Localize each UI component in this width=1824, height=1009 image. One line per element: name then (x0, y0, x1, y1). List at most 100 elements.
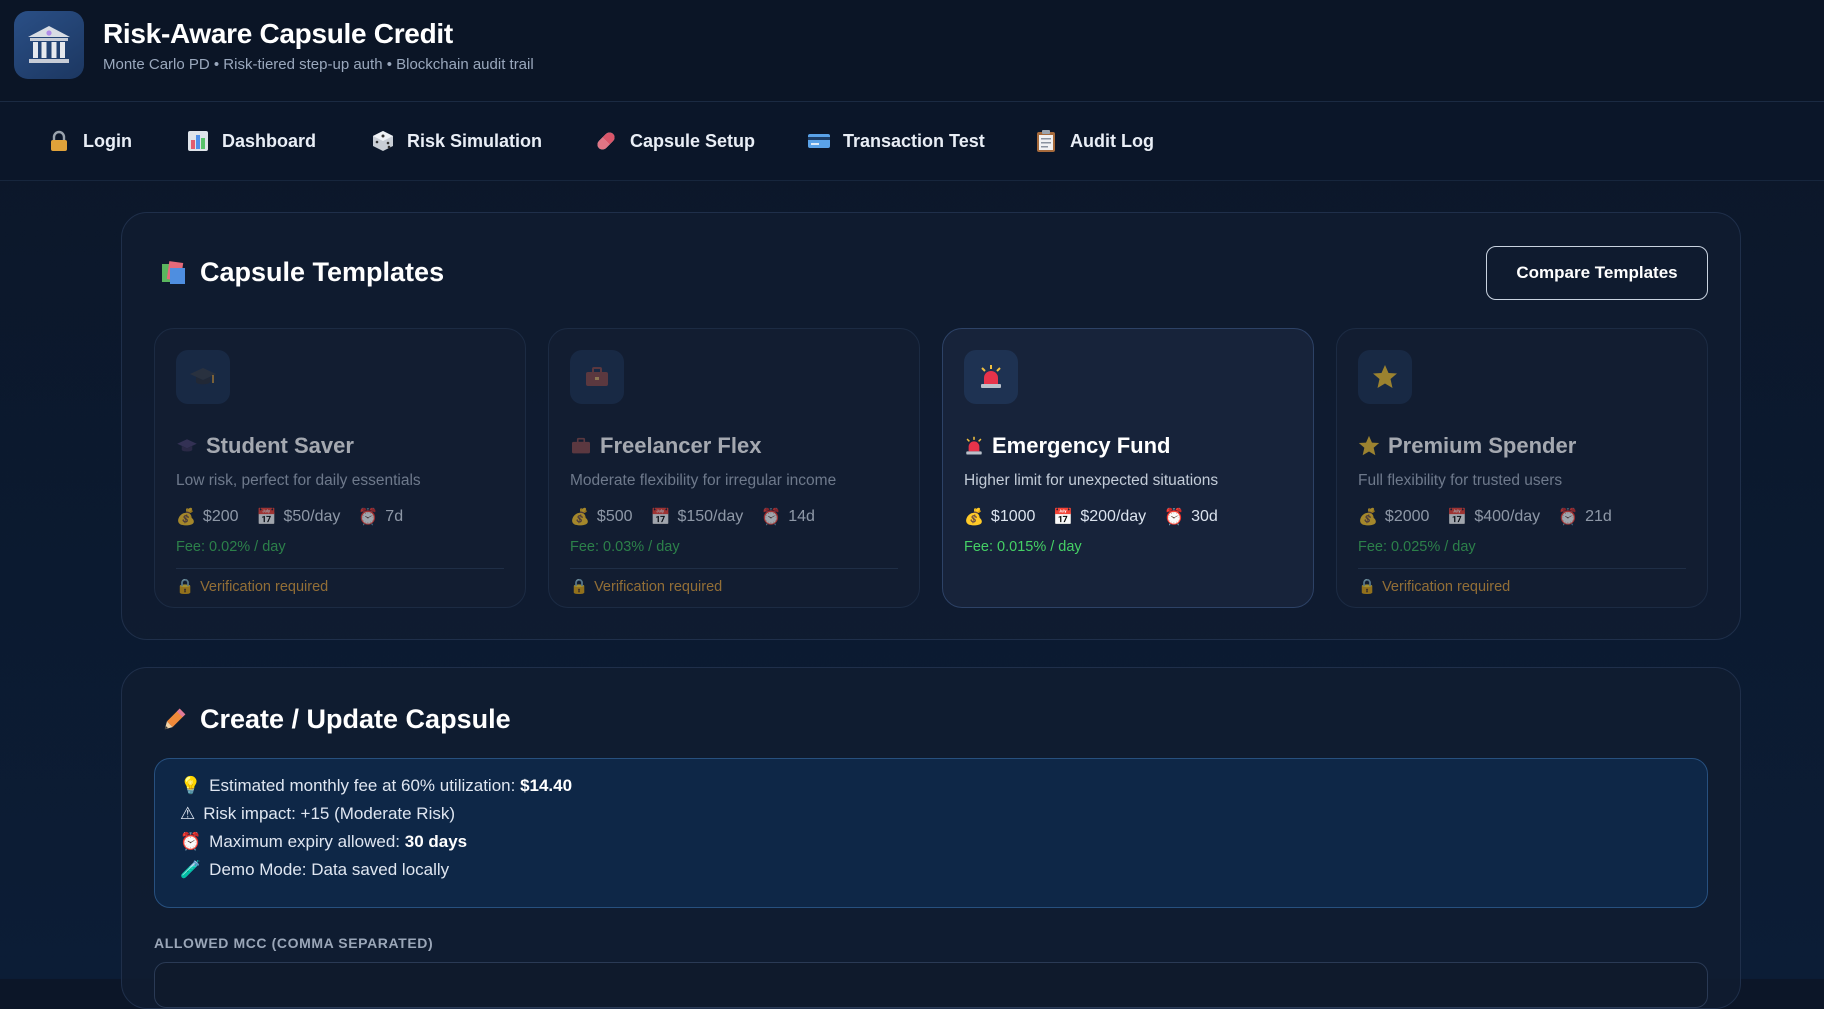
card-name: Freelancer Flex (600, 433, 762, 458)
alarm-clock-icon: ⏰ (761, 507, 782, 526)
templates-title-text: Capsule Templates (200, 257, 445, 287)
card-amount: 💰 $500 (570, 508, 633, 526)
info-demo-line: 🧪 Demo Mode: Data saved locally (180, 860, 449, 880)
card-expiry: ⏰ 7d (358, 508, 403, 526)
create-title-text: Create / Update Capsule (200, 704, 511, 734)
expiry-max-value: 30 days (404, 832, 468, 851)
mcc-input[interactable] (154, 962, 1708, 1008)
card-divider (176, 568, 504, 569)
card-stats: 💰 $1000 📅 $200/day ⏰ 30d (964, 508, 1218, 526)
daily-value: $50/day (283, 508, 341, 525)
card-amount: 💰 $200 (176, 508, 239, 526)
expiry-value: 14d (788, 508, 815, 525)
card-title: Student Saver (176, 433, 354, 459)
nav-transaction-test[interactable]: Transaction Test (807, 102, 985, 180)
light-bulb-icon: 💡 (180, 775, 202, 796)
create-title: Create / Update Capsule (160, 704, 511, 735)
daily-value: $200/day (1080, 508, 1147, 525)
bar-chart-icon (186, 129, 210, 153)
amount-value: $500 (596, 508, 633, 525)
daily-value: $150/day (677, 508, 744, 525)
money-bag-icon: 💰 (1358, 507, 1378, 526)
graduation-cap-icon (176, 350, 230, 404)
money-bag-icon: 💰 (964, 507, 984, 526)
star-icon (1358, 435, 1380, 457)
money-bag-icon: 💰 (176, 507, 196, 526)
amount-value: $2000 (1384, 508, 1430, 525)
nav-audit-log[interactable]: Audit Log (1034, 102, 1154, 180)
card-divider (1358, 568, 1686, 569)
card-expiry: ⏰ 30d (1164, 508, 1218, 526)
template-card-freelancer-flex[interactable]: Freelancer Flex Moderate flexibility for… (548, 328, 920, 608)
card-title: Emergency Fund (964, 433, 1170, 459)
money-bag-icon: 💰 (570, 507, 590, 526)
alarm-clock-icon: ⏰ (1164, 507, 1185, 526)
clipboard-icon (1034, 129, 1058, 153)
card-verification: 🔒 Verification required (176, 579, 328, 595)
card-name: Premium Spender (1388, 433, 1577, 458)
card-verification: 🔒 Verification required (1358, 579, 1510, 595)
lock-icon: 🔒 (1358, 578, 1377, 595)
card-amount: 💰 $2000 (1358, 508, 1429, 526)
card-expiry: ⏰ 21d (1558, 508, 1612, 526)
expiry-value: 21d (1585, 508, 1612, 525)
expiry-value: 7d (385, 508, 404, 525)
calendar-icon: 📅 (1053, 507, 1074, 526)
star-icon (1358, 350, 1412, 404)
daily-value: $400/day (1474, 508, 1541, 525)
card-stats: 💰 $500 📅 $150/day ⏰ 14d (570, 508, 815, 526)
fee-value: $14.40 (520, 776, 573, 795)
nav-dashboard[interactable]: Dashboard (186, 102, 316, 180)
briefcase-icon (570, 437, 592, 455)
calendar-icon: 📅 (650, 507, 671, 526)
nav-capsule-setup-label: Capsule Setup (630, 130, 756, 151)
info-expiry-line: ⏰ Maximum expiry allowed: 30 days (180, 832, 467, 852)
info-fee-line: 💡 Estimated monthly fee at 60% utilizati… (180, 776, 572, 796)
nav-transaction-test-label: Transaction Test (843, 130, 985, 151)
calendar-icon: 📅 (256, 507, 277, 526)
app-header: Risk-Aware Capsule Credit Monte Carlo PD… (0, 0, 1824, 102)
nav-login[interactable]: Login (47, 102, 132, 180)
templates-panel: Capsule Templates Compare Templates Stud… (121, 212, 1741, 640)
pill-icon (594, 129, 618, 153)
template-card-premium-spender[interactable]: Premium Spender Full flexibility for tru… (1336, 328, 1708, 608)
lock-icon: 🔒 (176, 578, 195, 595)
card-fee: Fee: 0.015% / day (964, 539, 1082, 555)
books-icon (160, 260, 188, 286)
card-daily: 📅 $200/day (1053, 508, 1146, 526)
template-card-student-saver[interactable]: Student Saver Low risk, perfect for dail… (154, 328, 526, 608)
mcc-label: ALLOWED MCC (COMMA SEPARATED) (154, 935, 434, 951)
nav-login-label: Login (83, 130, 132, 151)
expiry-value: 30d (1191, 508, 1218, 525)
templates-title: Capsule Templates (160, 257, 444, 288)
fee-prefix: Estimated monthly fee at 60% utilization… (209, 776, 521, 795)
card-description: Low risk, perfect for daily essentials (176, 472, 421, 489)
bank-icon (26, 24, 72, 66)
siren-icon (964, 436, 984, 456)
alarm-clock-icon: ⏰ (180, 831, 202, 852)
card-verification: 🔒 Verification required (570, 579, 722, 595)
nav-dashboard-label: Dashboard (222, 130, 317, 151)
info-risk-line: ⚠ Risk impact: +15 (Moderate Risk) (180, 804, 455, 824)
card-daily: 📅 $50/day (257, 508, 341, 526)
nav-risk-simulation-label: Risk Simulation (407, 130, 543, 151)
pencil-icon (160, 706, 188, 734)
card-divider (570, 568, 898, 569)
card-title: Premium Spender (1358, 433, 1576, 459)
main-nav: Login Dashboard Risk Simulation Capsule … (0, 102, 1824, 181)
amount-value: $200 (202, 508, 239, 525)
compare-templates-button[interactable]: Compare Templates (1486, 246, 1708, 300)
lock-icon: 🔒 (570, 578, 589, 595)
dice-icon (371, 129, 395, 153)
briefcase-icon (570, 350, 624, 404)
card-description: Moderate flexibility for irregular incom… (570, 472, 837, 489)
card-fee: Fee: 0.025% / day (1358, 539, 1476, 555)
nav-capsule-setup[interactable]: Capsule Setup (594, 102, 755, 180)
nav-risk-simulation[interactable]: Risk Simulation (371, 102, 542, 180)
risk-text: Risk impact: +15 (Moderate Risk) (203, 804, 456, 823)
create-capsule-panel: Create / Update Capsule 💡 Estimated mont… (121, 667, 1741, 1009)
card-daily: 📅 $400/day (1447, 508, 1540, 526)
card-expiry: ⏰ 14d (761, 508, 815, 526)
warning-icon: ⚠ (180, 803, 196, 824)
template-card-emergency-fund[interactable]: Emergency Fund Higher limit for unexpect… (942, 328, 1314, 608)
